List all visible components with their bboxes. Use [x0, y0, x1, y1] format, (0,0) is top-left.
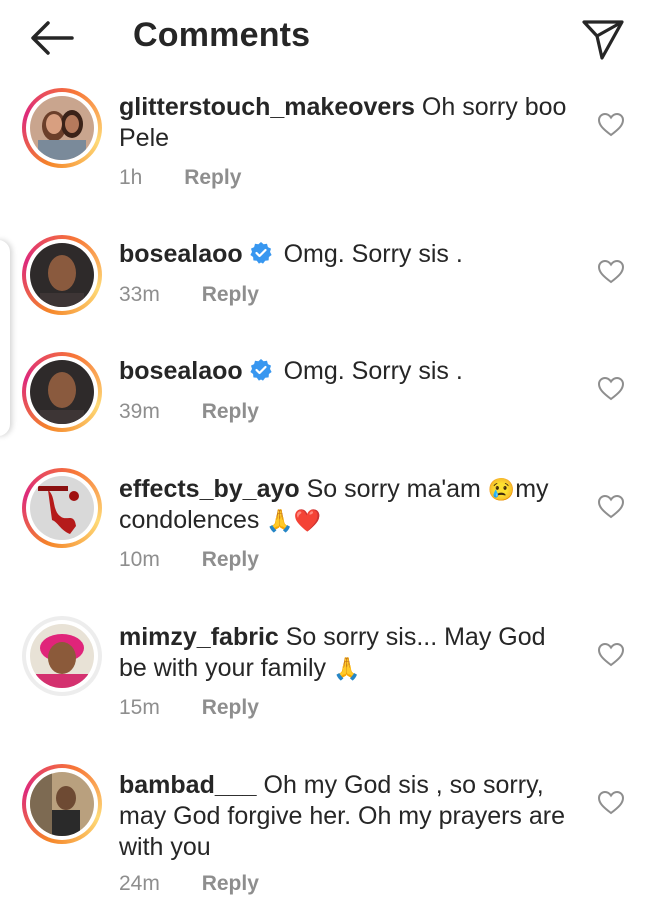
verified-badge-icon	[250, 359, 272, 381]
comment-text: bosealaoo Omg. Sorry sis .	[119, 239, 579, 270]
like-button[interactable]	[597, 790, 625, 816]
comment-time: 15m	[119, 696, 160, 719]
comment-username[interactable]: glitterstouch_makeovers	[119, 93, 415, 121]
comment-time: 1h	[119, 166, 143, 189]
arrow-left-icon	[31, 21, 74, 55]
comment-time: 33m	[119, 283, 160, 306]
comment-time: 39m	[119, 400, 160, 423]
reply-button[interactable]: Reply	[202, 400, 259, 424]
comment-meta: 1h Reply	[119, 166, 241, 190]
emoji-crying: 😢	[487, 477, 516, 502]
comment-time: 24m	[119, 872, 160, 895]
like-button[interactable]	[597, 642, 625, 668]
emoji-pray: 🙏	[332, 656, 361, 681]
comment-username[interactable]: bosealaoo	[119, 240, 243, 268]
comment-meta: 33m Reply	[119, 283, 259, 307]
avatar-photo	[30, 624, 94, 688]
comment-time: 10m	[119, 548, 160, 571]
heart-icon	[597, 790, 625, 815]
comment-username[interactable]: mimzy_fabric	[119, 623, 279, 651]
comment-username[interactable]: effects_by_ayo	[119, 475, 300, 503]
avatar-photo	[30, 243, 94, 307]
comment-text: effects_by_ayo So sorry ma'am 😢my condol…	[119, 474, 579, 536]
comment-username[interactable]: bosealaoo	[119, 357, 243, 385]
like-button[interactable]	[597, 376, 625, 402]
share-button[interactable]	[580, 16, 626, 62]
avatar-photo	[30, 772, 94, 836]
paper-plane-icon	[582, 20, 624, 60]
verified-badge-icon	[250, 242, 272, 264]
heart-icon	[597, 112, 625, 137]
avatar[interactable]	[22, 88, 102, 168]
emoji-heart: ❤️	[293, 508, 322, 533]
comment-text: glitterstouch_makeovers Oh sorry boo Pel…	[119, 92, 579, 154]
comment-body: Omg. Sorry sis .	[283, 357, 463, 385]
comments-header: Comments	[0, 0, 662, 80]
like-button[interactable]	[597, 259, 625, 285]
comment-body: Omg. Sorry sis .	[283, 240, 463, 268]
avatar-photo	[30, 96, 94, 160]
heart-icon	[597, 494, 625, 519]
comment-meta: 10m Reply	[119, 548, 259, 572]
back-button[interactable]	[28, 18, 76, 58]
comment-body: So sorry ma'am	[306, 475, 481, 503]
avatar[interactable]	[22, 352, 102, 432]
avatar[interactable]	[22, 468, 102, 548]
emoji-pray: 🙏	[266, 508, 294, 533]
heart-icon	[597, 642, 625, 667]
heart-icon	[597, 376, 625, 401]
like-button[interactable]	[597, 494, 625, 520]
comment-meta: 15m Reply	[119, 696, 259, 720]
comment-meta: 39m Reply	[119, 400, 259, 424]
avatar-photo	[30, 360, 94, 424]
reply-button[interactable]: Reply	[202, 283, 259, 307]
avatar-photo	[30, 476, 94, 540]
like-button[interactable]	[597, 112, 625, 138]
avatar[interactable]	[22, 616, 102, 696]
edge-panel	[0, 240, 10, 436]
reply-button[interactable]: Reply	[202, 548, 259, 572]
comment-text: mimzy_fabric So sorry sis... May God be …	[119, 622, 579, 684]
page-title: Comments	[133, 16, 311, 54]
reply-button[interactable]: Reply	[184, 166, 241, 190]
comment-text: bambad___ Oh my God sis , so sorry, may …	[119, 770, 579, 863]
heart-icon	[597, 259, 625, 284]
comment-username[interactable]: bambad___	[119, 771, 257, 799]
reply-button[interactable]: Reply	[202, 696, 259, 720]
avatar[interactable]	[22, 235, 102, 315]
comment-meta: 24m Reply	[119, 872, 259, 896]
reply-button[interactable]: Reply	[202, 872, 259, 896]
avatar[interactable]	[22, 764, 102, 844]
comment-text: bosealaoo Omg. Sorry sis .	[119, 356, 579, 387]
